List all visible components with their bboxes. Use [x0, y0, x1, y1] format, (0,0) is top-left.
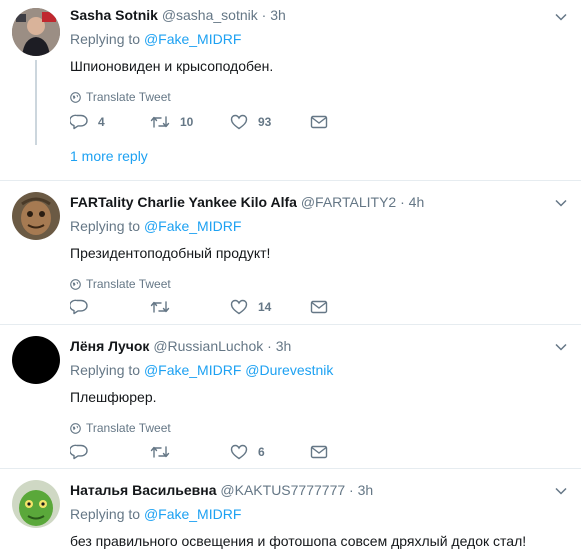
- retweet-icon: [150, 301, 170, 313]
- like-count: 93: [258, 115, 272, 129]
- tweet-russian-luchok[interactable]: Лёня Лучок @RussianLuchok · 3h Replying …: [0, 324, 581, 469]
- like-count: 6: [258, 445, 265, 459]
- mention-link[interactable]: @Fake_MIDRF: [144, 31, 241, 47]
- user-handle[interactable]: @KAKTUS7777777: [220, 482, 345, 498]
- like-heart-icon: [230, 444, 248, 460]
- like-button[interactable]: 93: [230, 114, 310, 130]
- translate-globe-icon: [70, 91, 81, 103]
- direct-message-icon: [310, 445, 328, 459]
- tweet-text: без правильного освещения и фотошопа сов…: [70, 533, 527, 549]
- direct-message-button[interactable]: [310, 114, 390, 130]
- display-name[interactable]: Sasha Sotnik: [70, 7, 158, 23]
- reply-button[interactable]: [70, 299, 150, 315]
- avatar[interactable]: [12, 336, 60, 384]
- tweet-menu-button[interactable]: [555, 482, 567, 500]
- tweet-menu-button[interactable]: [555, 8, 567, 26]
- tweet-time[interactable]: · 3h: [267, 338, 291, 354]
- translate-globe-icon: [70, 278, 81, 290]
- display-name[interactable]: FARTality Charlie Yankee Kilo Alfa: [70, 194, 297, 210]
- mention-link[interactable]: @Fake_MIDRF: [144, 218, 241, 234]
- chevron-down-icon: [555, 487, 567, 495]
- retweet-icon: [150, 446, 170, 458]
- chevron-down-icon: [555, 13, 567, 21]
- tweet-menu-button[interactable]: [555, 194, 567, 212]
- replying-to-label: Replying to: [70, 31, 141, 47]
- tweet-time[interactable]: · 4h: [400, 194, 424, 210]
- chevron-down-icon: [555, 343, 567, 351]
- like-count: 14: [258, 300, 272, 314]
- user-handle[interactable]: @RussianLuchok: [153, 338, 263, 354]
- replying-to-label: Replying to: [70, 218, 141, 234]
- mention-link[interactable]: @Fake_MIDRF: [144, 506, 241, 522]
- translate-tweet-link[interactable]: Translate Tweet: [70, 90, 567, 104]
- like-heart-icon: [230, 299, 248, 315]
- user-handle[interactable]: @sasha_sotnik: [162, 7, 258, 23]
- tweet-fartality[interactable]: FARTality Charlie Yankee Kilo Alfa @FART…: [0, 180, 581, 325]
- translate-tweet-link[interactable]: Translate Tweet: [70, 277, 567, 291]
- tweet-text: Шпионовиден и крысоподобен.: [70, 58, 274, 74]
- display-name[interactable]: Наталья Васильевна: [70, 482, 217, 498]
- replying-to-label: Replying to: [70, 506, 141, 522]
- tweet-text: Плешфюрер.: [70, 389, 157, 405]
- retweet-count: 10: [180, 115, 194, 129]
- translate-tweet-link[interactable]: Translate Tweet: [70, 421, 567, 435]
- reply-button[interactable]: 4: [70, 114, 150, 130]
- show-more-replies-link[interactable]: 1 more reply: [70, 148, 148, 164]
- thread-line: [35, 60, 37, 145]
- tweet-time[interactable]: · 3h: [349, 482, 373, 498]
- tweet-text: Президентоподобный продукт!: [70, 245, 271, 261]
- direct-message-button[interactable]: [310, 299, 390, 315]
- direct-message-button[interactable]: [310, 444, 390, 460]
- mention-link[interactable]: @Fake_MIDRF: [144, 362, 241, 378]
- replying-to-label: Replying to: [70, 362, 141, 378]
- translate-tweet-label: Translate Tweet: [86, 277, 171, 291]
- reply-icon: [70, 444, 88, 460]
- like-button[interactable]: 14: [230, 299, 310, 315]
- retweet-button[interactable]: 10: [150, 114, 230, 130]
- retweet-icon: [150, 116, 170, 128]
- translate-tweet-label: Translate Tweet: [86, 90, 171, 104]
- tweet-menu-button[interactable]: [555, 338, 567, 356]
- reply-count: 4: [98, 115, 105, 129]
- tweet-time[interactable]: · 3h: [262, 7, 286, 23]
- like-heart-icon: [230, 114, 248, 130]
- avatar[interactable]: [12, 192, 60, 240]
- chevron-down-icon: [555, 199, 567, 207]
- user-handle[interactable]: @FARTALITY2: [301, 194, 396, 210]
- like-button[interactable]: 6: [230, 444, 310, 460]
- reply-icon: [70, 114, 88, 130]
- reply-button[interactable]: [70, 444, 150, 460]
- translate-globe-icon: [70, 422, 81, 434]
- mention-link[interactable]: @Durevestnik: [245, 362, 333, 378]
- tweet-sasha-sotnik[interactable]: Sasha Sotnik @sasha_sotnik · 3h Replying…: [0, 0, 581, 181]
- retweet-button[interactable]: [150, 444, 230, 460]
- direct-message-icon: [310, 300, 328, 314]
- translate-tweet-label: Translate Tweet: [86, 421, 171, 435]
- avatar[interactable]: [12, 8, 60, 56]
- avatar[interactable]: [12, 480, 60, 528]
- retweet-button[interactable]: [150, 299, 230, 315]
- display-name[interactable]: Лёня Лучок: [70, 338, 149, 354]
- reply-icon: [70, 299, 88, 315]
- tweet-kaktus[interactable]: Наталья Васильевна @KAKTUS7777777 · 3h R…: [0, 468, 581, 556]
- direct-message-icon: [310, 115, 328, 129]
